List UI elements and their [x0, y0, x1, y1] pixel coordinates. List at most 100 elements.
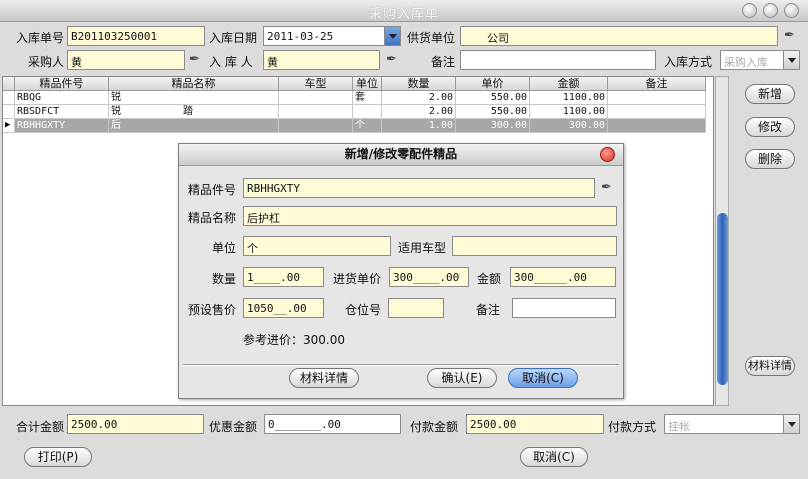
- cell-price[interactable]: 550.00: [456, 91, 530, 105]
- remark-label: 备注: [431, 55, 456, 69]
- cell-qty[interactable]: 2.00: [382, 105, 456, 119]
- current-row-marker-icon: ▶: [3, 119, 15, 133]
- method-label: 入库方式: [664, 55, 713, 69]
- cell-price[interactable]: 300.00: [456, 119, 530, 133]
- dialog-close-icon[interactable]: [600, 147, 615, 162]
- supplier-pick-icon[interactable]: ✒: [784, 28, 795, 43]
- dialog-title: 新增/修改零配件精品: [179, 144, 623, 166]
- reference-price-text: 参考进价：300.00: [243, 333, 345, 347]
- cell-model[interactable]: [279, 119, 353, 133]
- cell-name[interactable]: 锐: [109, 91, 279, 105]
- price-field[interactable]: 300____.00: [389, 267, 469, 287]
- edit-part-dialog: 新增/修改零配件精品 精品件号 RBHHGXTY ✒ 精品名称 后护杠 单位 个…: [178, 143, 624, 399]
- cell-amount[interactable]: 300.00: [530, 119, 608, 133]
- grid-corner: [3, 77, 15, 91]
- cell-remark[interactable]: [608, 119, 706, 133]
- edit-button[interactable]: 修改: [745, 117, 795, 137]
- unit-label: 单位: [212, 241, 237, 255]
- cell-part-no[interactable]: RBHHGXTY: [15, 119, 109, 133]
- discount-field[interactable]: 0_______.00: [264, 414, 401, 434]
- supplier-field[interactable]: 公司: [460, 26, 778, 46]
- receipt-no-field[interactable]: B201103250001: [67, 26, 205, 46]
- receiver-pick-icon[interactable]: ✒: [386, 52, 397, 67]
- location-label: 仓位号: [345, 303, 382, 317]
- location-field[interactable]: [388, 298, 444, 318]
- amount-label: 金额: [477, 272, 502, 286]
- date-dropdown-icon[interactable]: [384, 26, 401, 46]
- cell-price[interactable]: 550.00: [456, 105, 530, 119]
- cell-amount[interactable]: 1100.00: [530, 105, 608, 119]
- dialog-confirm-button[interactable]: 确认(E): [427, 368, 497, 388]
- cell-qty[interactable]: 1.00: [382, 119, 456, 133]
- receiver-label: 入 库 人: [209, 55, 253, 69]
- col-header-price[interactable]: 单价: [456, 77, 530, 91]
- cell-name[interactable]: 后: [109, 119, 279, 133]
- delete-button[interactable]: 删除: [745, 149, 795, 169]
- supplier-label: 供货单位: [407, 31, 456, 45]
- col-header-remark[interactable]: 备注: [608, 77, 706, 91]
- method-dropdown-icon[interactable]: [783, 50, 800, 70]
- cell-model[interactable]: [279, 91, 353, 105]
- maximize-icon[interactable]: [763, 3, 778, 18]
- paid-label: 付款金额: [410, 420, 459, 434]
- receipt-no-label: 入库单号: [16, 31, 65, 45]
- model-label: 适用车型: [398, 241, 447, 255]
- buyer-pick-icon[interactable]: ✒: [189, 52, 200, 67]
- preset-price-field[interactable]: 1050__.00: [243, 298, 324, 318]
- col-header-model[interactable]: 车型: [279, 77, 353, 91]
- dialog-divider: [183, 364, 619, 366]
- date-label: 入库日期: [209, 31, 258, 45]
- cancel-button[interactable]: 取消(C): [520, 447, 588, 467]
- buyer-field[interactable]: 黄: [67, 50, 185, 70]
- col-header-qty[interactable]: 数量: [382, 77, 456, 91]
- receiver-field[interactable]: 黄: [263, 50, 380, 70]
- window-titlebar: 采购入库单: [0, 0, 808, 22]
- paid-field[interactable]: 2500.00: [466, 414, 604, 434]
- col-header-part-no[interactable]: 精品件号: [15, 77, 109, 91]
- qty-label: 数量: [212, 272, 237, 286]
- date-field[interactable]: 2011-03-25: [263, 26, 385, 46]
- grid-scrollbar[interactable]: [715, 76, 729, 406]
- cell-unit[interactable]: 个: [353, 119, 382, 133]
- cell-remark[interactable]: [608, 105, 706, 119]
- pay-method-select[interactable]: 挂帐: [664, 414, 784, 434]
- cell-unit[interactable]: 套: [353, 91, 382, 105]
- preset-price-label: 预设售价: [188, 303, 237, 317]
- qty-field[interactable]: 1____.00: [243, 267, 324, 287]
- cell-remark[interactable]: [608, 91, 706, 105]
- window-title: 采购入库单: [368, 7, 439, 22]
- col-header-name[interactable]: 精品名称: [109, 77, 279, 91]
- print-button[interactable]: 打印(P): [24, 447, 92, 467]
- dialog-cancel-button[interactable]: 取消(C): [508, 368, 578, 388]
- pay-method-dropdown-icon[interactable]: [783, 414, 800, 434]
- minimize-icon[interactable]: [742, 3, 757, 18]
- part-no-field[interactable]: RBHHGXTY: [243, 178, 595, 198]
- material-detail-button[interactable]: 材料详情: [745, 356, 795, 376]
- model-field[interactable]: [452, 236, 617, 256]
- unit-field[interactable]: 个: [243, 236, 391, 256]
- method-select[interactable]: 采购入库: [720, 50, 784, 70]
- cell-name[interactable]: 锐 踏: [109, 105, 279, 119]
- part-no-pick-icon[interactable]: ✒: [601, 180, 612, 195]
- cell-model[interactable]: [279, 105, 353, 119]
- dialog-remark-label: 备注: [476, 303, 501, 317]
- col-header-amount[interactable]: 金额: [530, 77, 608, 91]
- remark-field[interactable]: [460, 50, 656, 70]
- cell-amount[interactable]: 1100.00: [530, 91, 608, 105]
- cell-name-suffix: 踏: [183, 106, 193, 117]
- part-name-field[interactable]: 后护杠: [243, 206, 617, 226]
- close-icon[interactable]: [784, 3, 799, 18]
- price-label: 进货单价: [333, 272, 382, 286]
- dialog-material-button[interactable]: 材料详情: [289, 368, 359, 388]
- grid-scrollbar-thumb[interactable]: [717, 213, 728, 385]
- total-label: 合计金额: [16, 420, 65, 434]
- col-header-unit[interactable]: 单位: [353, 77, 382, 91]
- dialog-remark-field[interactable]: [512, 298, 616, 318]
- cell-qty[interactable]: 2.00: [382, 91, 456, 105]
- cell-part-no[interactable]: RBSDFCT: [15, 105, 109, 119]
- total-field[interactable]: 2500.00: [67, 414, 204, 434]
- amount-field[interactable]: 300_____.00: [510, 267, 616, 287]
- cell-unit[interactable]: [353, 105, 382, 119]
- cell-part-no[interactable]: RBQG: [15, 91, 109, 105]
- add-button[interactable]: 新增: [745, 84, 795, 104]
